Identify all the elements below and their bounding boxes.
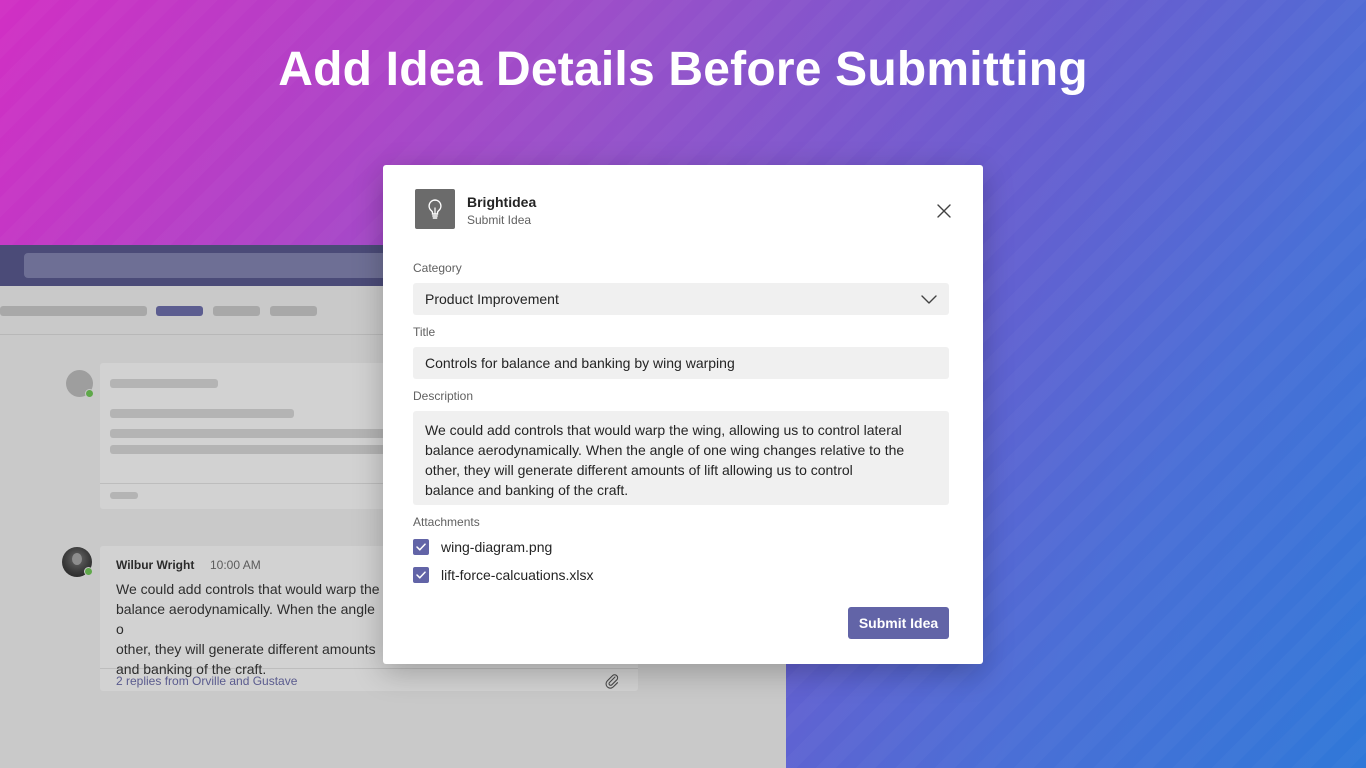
chevron-down-icon <box>921 295 937 304</box>
attachment-name: wing-diagram.png <box>441 539 553 555</box>
tab-placeholder <box>0 306 147 316</box>
description-textarea[interactable]: We could add controls that would warp th… <box>413 411 949 505</box>
category-label: Category <box>413 261 462 275</box>
message-author: Wilbur Wright <box>116 558 195 572</box>
app-name: Brightidea <box>467 194 537 210</box>
presence-dot <box>84 567 93 576</box>
attachments-label: Attachments <box>413 515 480 529</box>
skeleton-card <box>100 363 400 509</box>
tab-placeholder-active <box>156 306 203 316</box>
title-input[interactable]: Controls for balance and banking by wing… <box>413 347 949 379</box>
message-time: 10:00 AM <box>210 558 261 572</box>
skeleton-line <box>110 379 218 388</box>
checkmark-icon <box>416 571 426 579</box>
attachment-item[interactable]: wing-diagram.png <box>413 539 552 555</box>
tab-placeholder <box>270 306 317 316</box>
description-label: Description <box>413 389 474 403</box>
presence-dot <box>85 389 94 398</box>
message-replies-link[interactable]: 2 replies from Orville and Gustave <box>116 674 297 688</box>
skeleton-line <box>110 445 390 454</box>
card-divider <box>100 483 400 484</box>
lightbulb-icon <box>415 189 455 229</box>
close-button[interactable] <box>932 199 956 223</box>
submit-idea-button[interactable]: Submit Idea <box>848 607 949 639</box>
tab-placeholder <box>213 306 260 316</box>
close-icon <box>937 204 951 218</box>
submit-idea-dialog: Brightidea Submit Idea Category Product … <box>383 165 983 664</box>
title-label: Title <box>413 325 436 339</box>
category-dropdown[interactable]: Product Improvement <box>413 283 949 315</box>
skeleton-line <box>110 492 138 499</box>
skeleton-line <box>110 429 390 438</box>
paperclip-icon[interactable] <box>604 673 620 689</box>
attachment-checkbox[interactable] <box>413 539 429 555</box>
app-subtitle: Submit Idea <box>467 213 532 227</box>
attachment-item[interactable]: lift-force-calcuations.xlsx <box>413 567 594 583</box>
category-value: Product Improvement <box>425 291 559 307</box>
message-body: We could add controls that would warp th… <box>116 581 380 677</box>
app-search-bar <box>24 253 404 278</box>
skeleton-line <box>110 409 294 418</box>
attachment-name: lift-force-calcuations.xlsx <box>441 567 594 583</box>
page-headline: Add Idea Details Before Submitting <box>278 43 1088 96</box>
checkmark-icon <box>416 543 426 551</box>
attachment-checkbox[interactable] <box>413 567 429 583</box>
